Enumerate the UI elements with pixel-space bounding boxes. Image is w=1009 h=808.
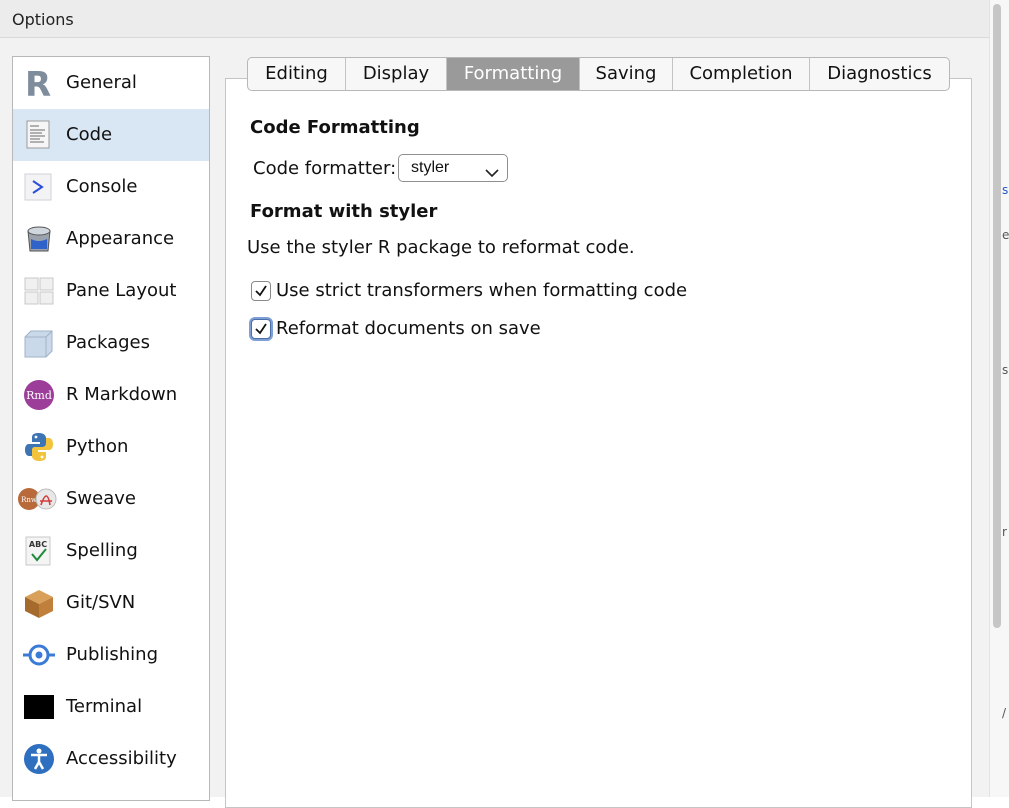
scrollbar-thumb[interactable] (993, 4, 1001, 628)
reformat-on-save-checkbox[interactable] (251, 319, 271, 339)
checkmark-icon (255, 323, 267, 335)
tab-diagnostics[interactable]: Diagnostics (810, 58, 949, 90)
formatter-select[interactable]: styler (398, 154, 508, 182)
sidebar-item-pane-layout[interactable]: Pane Layout (13, 265, 209, 317)
paint-bucket-icon (23, 223, 55, 255)
sidebar-item-label: Console (66, 176, 138, 197)
console-prompt-icon (23, 171, 55, 203)
chevron-down-icon (485, 163, 499, 182)
sidebar-item-label: Pane Layout (66, 280, 177, 301)
edge-fragment: e (1002, 228, 1009, 242)
sidebar-item-general[interactable]: R General (13, 57, 209, 109)
sidebar-item-label: Packages (66, 332, 150, 353)
publish-icon (23, 639, 55, 671)
sidebar-item-spelling[interactable]: ABC Spelling (13, 525, 209, 577)
sidebar-item-label: Terminal (66, 696, 143, 717)
sidebar-item-accessibility[interactable]: Accessibility (13, 733, 209, 785)
sidebar-item-label: Appearance (66, 228, 175, 249)
spellcheck-icon: ABC (23, 535, 55, 567)
options-sidebar: R General Code Console Appearance Pane L… (12, 56, 210, 801)
edge-fragment: / (1002, 706, 1007, 720)
styler-description: Use the styler R package to reformat cod… (247, 237, 635, 258)
sidebar-item-git-svn[interactable]: Git/SVN (13, 577, 209, 629)
reformat-on-save-label[interactable]: Reformat documents on save (276, 318, 541, 339)
package-box-icon (23, 327, 55, 359)
sidebar-item-terminal[interactable]: Terminal (13, 681, 209, 733)
pane-grid-icon (23, 275, 55, 307)
svg-text:R: R (25, 67, 51, 99)
sidebar-item-sweave[interactable]: Rnw Sweave (13, 473, 209, 525)
sidebar-item-r-markdown[interactable]: Rmd R Markdown (13, 369, 209, 421)
sweave-icon: Rnw (17, 483, 59, 515)
sidebar-item-label: Python (66, 436, 129, 457)
sidebar-item-label: Sweave (66, 488, 136, 509)
tab-saving[interactable]: Saving (580, 58, 673, 90)
options-tabs: Editing Display Formatting Saving Comple… (247, 57, 950, 91)
r-logo-icon: R (23, 65, 55, 105)
sidebar-item-code[interactable]: Code (13, 109, 209, 161)
formatting-panel (225, 78, 972, 808)
tab-editing[interactable]: Editing (248, 58, 346, 90)
tab-display[interactable]: Display (346, 58, 447, 90)
terminal-icon (23, 691, 55, 723)
svg-text:Rmd: Rmd (26, 389, 52, 402)
code-document-icon (23, 119, 55, 151)
edge-fragment: r (1002, 525, 1007, 539)
window-title: Options (12, 10, 74, 29)
sidebar-item-python[interactable]: Python (13, 421, 209, 473)
python-icon (23, 431, 55, 463)
sidebar-item-label: R Markdown (66, 384, 178, 405)
accessibility-icon (23, 743, 55, 775)
sidebar-item-label: Spelling (66, 540, 138, 561)
window-titlebar: Options (0, 0, 989, 38)
sidebar-item-packages[interactable]: Packages (13, 317, 209, 369)
sidebar-item-label: Publishing (66, 644, 158, 665)
edge-fragment: s (1002, 183, 1009, 197)
sidebar-item-label: General (66, 72, 137, 93)
section-title: Code Formatting (250, 117, 420, 138)
sidebar-item-label: Git/SVN (66, 592, 136, 613)
sidebar-item-publishing[interactable]: Publishing (13, 629, 209, 681)
git-box-icon (23, 587, 55, 619)
tab-completion[interactable]: Completion (673, 58, 810, 90)
svg-text:ABC: ABC (29, 540, 47, 549)
strict-transformers-label[interactable]: Use strict transformers when formatting … (276, 280, 687, 301)
styler-heading: Format with styler (250, 201, 438, 222)
sidebar-item-label: Accessibility (66, 748, 177, 769)
sidebar-item-console[interactable]: Console (13, 161, 209, 213)
formatter-label: Code formatter: (253, 158, 397, 179)
sidebar-item-label: Code (66, 124, 113, 145)
sidebar-item-appearance[interactable]: Appearance (13, 213, 209, 265)
rmd-icon: Rmd (23, 379, 55, 411)
checkmark-icon (255, 285, 267, 297)
formatter-select-value: styler (411, 159, 450, 176)
svg-text:Rnw: Rnw (21, 496, 37, 504)
edge-fragment: s (1002, 363, 1009, 377)
strict-transformers-checkbox[interactable] (251, 281, 271, 301)
tab-formatting[interactable]: Formatting (447, 58, 580, 90)
